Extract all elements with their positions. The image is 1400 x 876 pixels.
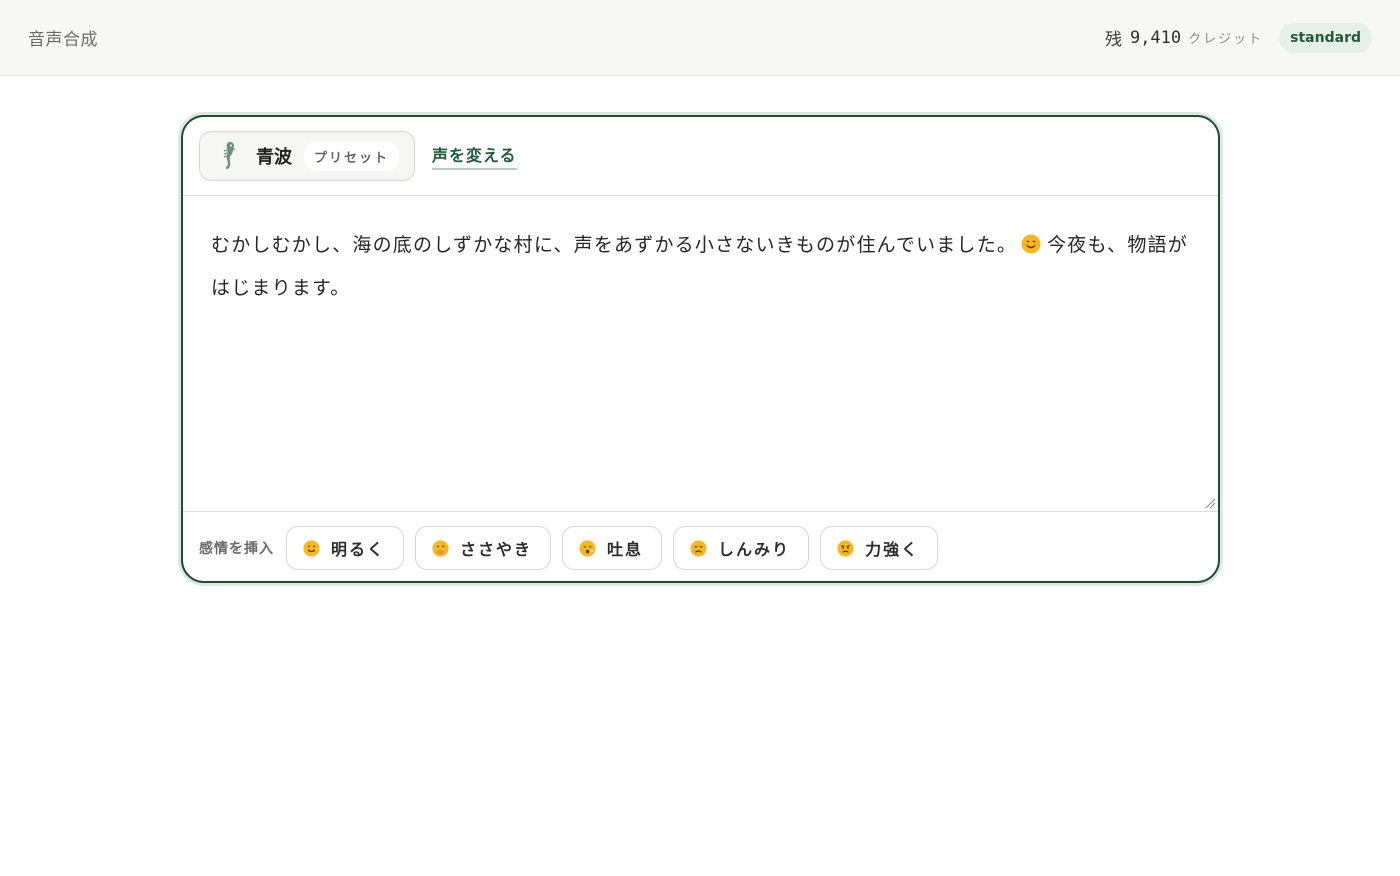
voice-name: 青波 [256,147,292,168]
top-bar: 音声合成 残 9,410 クレジット standard [0,0,1400,76]
credits-value: 9,410 [1129,27,1182,48]
plan-badge[interactable]: standard [1279,22,1372,53]
emotion-button-label: 力強く [865,540,920,559]
smiling-face-emoji-icon [1021,234,1041,254]
tts-card-outline: 青波 プリセット 声を変える むかしむかし、海の底のしずかな村に、声をあずかる小… [178,112,1223,586]
emotion-label: 感情を挿入 [199,541,274,557]
script-text-part-1: むかしむかし、海の底のしずかな村に、声をあずかる小さないきものが住んでいました。 [211,234,1018,256]
voice-header: 青波 プリセット 声を変える [183,117,1218,196]
tts-card: 青波 プリセット 声を変える むかしむかし、海の底のしずかな村に、声をあずかる小… [181,115,1220,583]
credits-unit: クレジット [1188,32,1264,47]
change-voice-link[interactable]: 声を変える [432,142,517,170]
emotion-button-sad[interactable]: しんみり [673,526,810,570]
emotion-button-label: 吐息 [607,540,644,559]
hand-over-mouth-face-icon [432,539,449,557]
credits-area: 残 9,410 クレジット standard [1104,22,1372,53]
emotion-button-label: ささやき [460,540,533,559]
emotion-button-strong[interactable]: 力強く [820,526,939,570]
seahorse-icon [223,142,236,170]
emotion-button-bright[interactable]: 明るく [286,526,405,570]
credits-prefix: 残 [1104,30,1122,50]
angry-face-icon [837,539,854,557]
emotion-button-whisper[interactable]: ささやき [415,526,552,570]
preset-tag: プリセット [304,141,400,171]
emotion-button-label: 明るく [331,540,386,559]
exhaling-face-icon [579,539,596,557]
page-title: 音声合成 [28,30,98,50]
resize-handle-icon[interactable] [1204,497,1216,509]
crying-face-icon [690,539,707,557]
voice-selector-chip[interactable]: 青波 プリセット [199,131,415,181]
script-textarea[interactable]: むかしむかし、海の底のしずかな村に、声をあずかる小さないきものが住んでいました。… [183,196,1218,512]
emotion-toolbar: 感情を挿入 明るく ささやき 吐息 しんみり 力強く [183,512,1218,581]
smiling-face-icon [303,539,320,557]
emotion-button-label: しんみり [718,540,791,559]
emotion-button-sigh[interactable]: 吐息 [562,526,663,570]
